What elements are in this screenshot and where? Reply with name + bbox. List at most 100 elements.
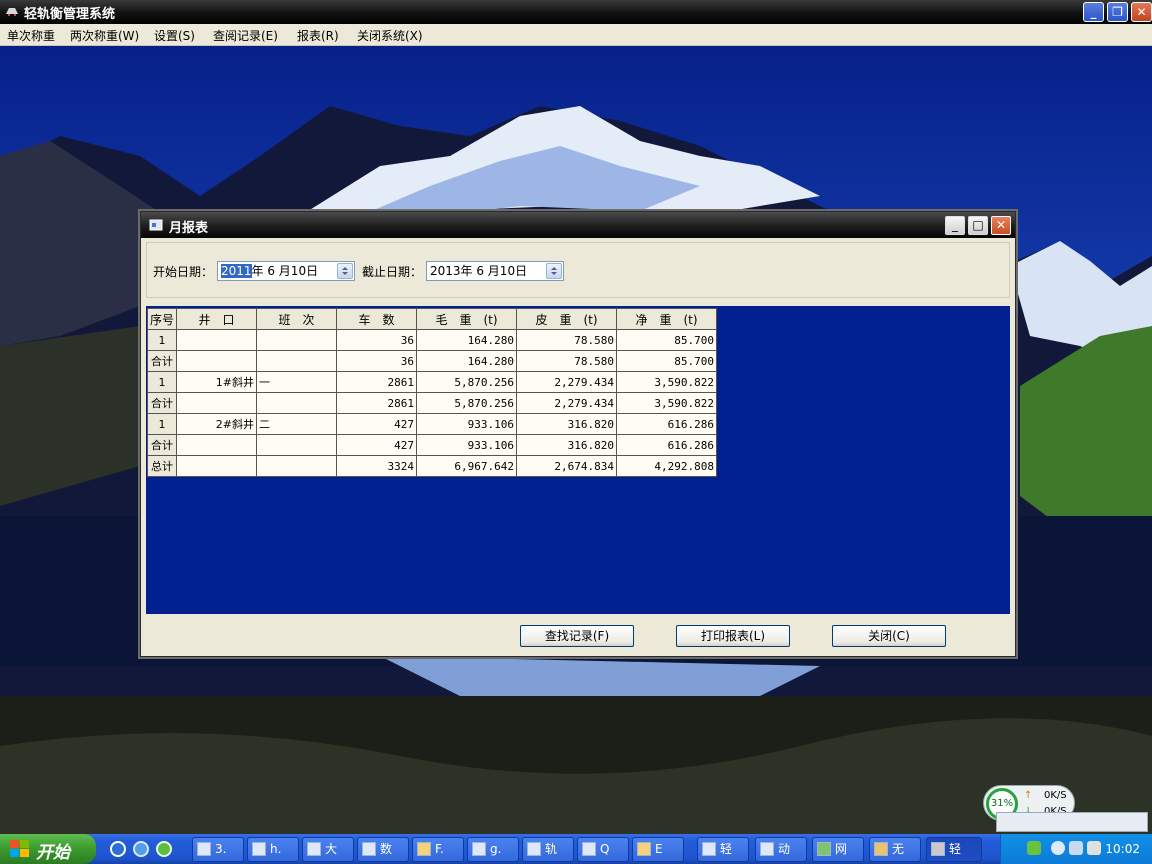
system-tray: 10:02 xyxy=(1000,834,1152,864)
menu-settings[interactable]: 设置(S) xyxy=(154,27,195,44)
dialog-minimize-button[interactable]: _ xyxy=(945,216,965,235)
taskbar-item[interactable]: 3. xyxy=(192,837,244,862)
taskbar-item[interactable]: Q xyxy=(577,837,629,862)
cell-shift xyxy=(256,455,338,477)
menu-double-weigh[interactable]: 两次称重(W) xyxy=(70,27,139,44)
dialog-title-bar[interactable]: 月报表 _ □ ✕ xyxy=(141,212,1015,238)
app-icon xyxy=(307,842,321,856)
cell-seq: 1 xyxy=(146,413,178,435)
cell-mine xyxy=(176,455,258,477)
cell-mine: 2#斜井 xyxy=(176,413,258,435)
360-icon[interactable] xyxy=(156,841,172,857)
cell-gross: 6,967.642 xyxy=(416,455,518,477)
column-header[interactable]: 毛 重 (t) xyxy=(416,308,518,330)
menu-single-weigh[interactable]: 单次称重 xyxy=(7,27,55,44)
start-label: 开始 xyxy=(36,843,70,863)
browser-icon[interactable] xyxy=(133,841,149,857)
column-header[interactable]: 井 口 xyxy=(176,308,258,330)
taskbar-item[interactable]: 大 xyxy=(302,837,354,862)
cell-gross: 164.280 xyxy=(416,350,518,372)
start-button[interactable]: 开始 xyxy=(0,834,96,864)
minimize-button[interactable]: _ xyxy=(1083,2,1104,22)
battery-icon[interactable] xyxy=(1027,841,1041,855)
app-icon xyxy=(6,8,18,16)
cell-net: 616.286 xyxy=(616,434,718,456)
end-date-spinner-icon[interactable] xyxy=(546,263,562,279)
dialog-close-button[interactable]: ✕ xyxy=(991,216,1011,235)
start-date-rest: 年 6 月10日 xyxy=(251,264,319,278)
taskbar-item[interactable]: h. xyxy=(247,837,299,862)
chevron-left-icon[interactable] xyxy=(1051,841,1065,855)
app-icon xyxy=(760,842,774,856)
column-header[interactable]: 皮 重 (t) xyxy=(516,308,618,330)
table-row[interactable]: 1 1#斜井 一 2861 5,870.256 2,279.434 3,590.… xyxy=(146,371,718,393)
network-icon xyxy=(817,842,831,856)
column-header[interactable]: 车 数 xyxy=(336,308,418,330)
end-date-picker[interactable]: 2013年 6 月10日 xyxy=(426,261,564,281)
taskbar-item[interactable]: 动 xyxy=(755,837,807,862)
table-row[interactable]: 合计 2861 5,870.256 2,279.434 3,590.822 xyxy=(146,392,718,414)
close-dialog-button[interactable]: 关闭(C) xyxy=(832,625,946,647)
arrow-up-icon: ↑ xyxy=(1024,790,1033,801)
taskbar-item[interactable]: 轻 xyxy=(697,837,749,862)
taskbar-item[interactable]: 无 xyxy=(869,837,921,862)
taskbar-item[interactable]: E xyxy=(632,837,684,862)
app-icon xyxy=(931,842,945,856)
start-date-picker[interactable]: 2011年 6 月10日 xyxy=(217,261,355,281)
cell-tare: 78.580 xyxy=(516,329,618,351)
end-date-label: 截止日期： xyxy=(362,265,423,279)
find-records-button[interactable]: 查找记录(F) xyxy=(520,625,634,647)
menu-exit[interactable]: 关闭系统(X) xyxy=(357,27,423,44)
column-header[interactable]: 序号 xyxy=(146,308,178,330)
upload-rate: 0K/S xyxy=(1044,790,1067,801)
cell-mine xyxy=(176,434,258,456)
monthly-report-dialog: 月报表 _ □ ✕ 开始日期： 2011年 6 月10日 截止日期： 2013年… xyxy=(140,211,1016,657)
cell-shift xyxy=(256,434,338,456)
app-icon xyxy=(252,842,266,856)
cell-net: 4,292.808 xyxy=(616,455,718,477)
column-header[interactable]: 班 次 xyxy=(256,308,338,330)
taskbar-item-active[interactable]: 轻 xyxy=(926,837,982,862)
app-icon xyxy=(702,842,716,856)
ime-toolbar[interactable] xyxy=(996,812,1148,832)
start-date-label: 开始日期： xyxy=(153,265,214,279)
close-window-button[interactable]: ✕ xyxy=(1131,2,1152,22)
start-date-year[interactable]: 2011 xyxy=(221,264,252,278)
print-report-button[interactable]: 打印报表(L) xyxy=(676,625,790,647)
cell-tare: 2,279.434 xyxy=(516,392,618,414)
table-row[interactable]: 合计 427 933.106 316.820 616.286 xyxy=(146,434,718,456)
taskbar-item[interactable]: 数 xyxy=(357,837,409,862)
cell-seq: 合计 xyxy=(146,392,178,414)
table-row[interactable]: 1 2#斜井 二 427 933.106 316.820 616.286 xyxy=(146,413,718,435)
network-tray-icon[interactable] xyxy=(1069,841,1083,855)
app-icon xyxy=(874,842,888,856)
table-row[interactable]: 总计 3324 6,967.642 2,674.834 4,292.808 xyxy=(146,455,718,477)
column-header[interactable]: 净 重 (t) xyxy=(616,308,718,330)
windows-logo-icon xyxy=(10,840,29,857)
start-date-spinner-icon[interactable] xyxy=(337,263,353,279)
menu-reports[interactable]: 报表(R) xyxy=(297,27,339,44)
taskbar-item[interactable]: F. xyxy=(412,837,464,862)
dialog-maximize-button[interactable]: □ xyxy=(968,216,988,235)
taskbar-item[interactable]: 网 xyxy=(812,837,864,862)
cell-net: 616.286 xyxy=(616,413,718,435)
main-title-bar: 轻轨衡管理系统 _ ❐ ✕ xyxy=(0,0,1152,24)
cell-net: 85.700 xyxy=(616,350,718,372)
table-row[interactable]: 1 36 164.280 78.580 85.700 xyxy=(146,329,718,351)
cell-gross: 933.106 xyxy=(416,413,518,435)
volume-icon[interactable] xyxy=(1087,841,1101,855)
table-row[interactable]: 合计 36 164.280 78.580 85.700 xyxy=(146,350,718,372)
cell-cars: 36 xyxy=(336,329,418,351)
cell-gross: 164.280 xyxy=(416,329,518,351)
taskbar-item[interactable]: 轨 xyxy=(522,837,574,862)
restore-button[interactable]: ❐ xyxy=(1107,2,1128,22)
clock[interactable]: 10:02 xyxy=(1105,842,1140,856)
ie-icon[interactable] xyxy=(110,841,126,857)
cell-shift xyxy=(256,350,338,372)
cell-mine: 1#斜井 xyxy=(176,371,258,393)
app-icon xyxy=(527,842,541,856)
taskbar-item[interactable]: g. xyxy=(467,837,519,862)
cell-tare: 316.820 xyxy=(516,434,618,456)
menu-records[interactable]: 查阅记录(E) xyxy=(213,27,278,44)
end-date-value: 2013年 6 月10日 xyxy=(430,264,528,278)
